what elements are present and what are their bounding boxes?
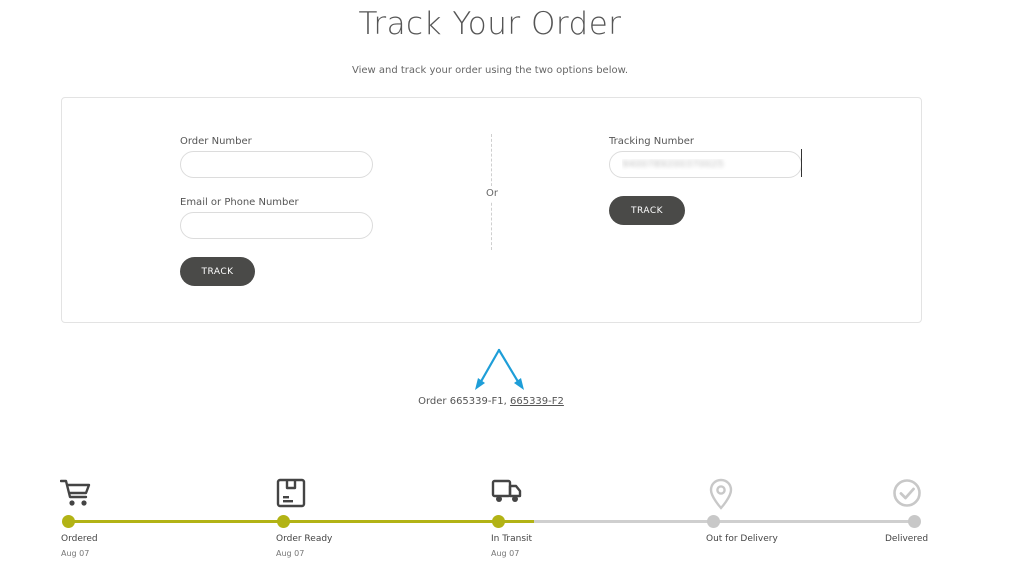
location-pin-icon [709,478,733,510]
or-label: Or [480,186,504,201]
page-title: Track Your Order [358,6,622,42]
progress-line-pending [534,520,915,523]
check-circle-icon [893,479,921,507]
step-date: Aug 07 [491,549,520,558]
email-phone-label: Email or Phone Number [180,197,299,208]
page-subtitle: View and track your order using the two … [351,65,629,76]
step-label: In Transit [491,534,533,544]
order-separator: , [503,396,507,407]
order-prefix: Order [418,396,447,407]
step-label: Delivered [885,534,929,544]
annotation-arrows-icon [475,348,524,390]
order-progress-tracker: Ordered Aug 07 Order Ready Aug 07 In Tra… [0,470,1024,581]
step-dot [492,515,505,528]
order-links: Order 665339-F1, 665339-F2 [0,396,982,407]
truck-icon [491,479,522,502]
email-phone-input[interactable] [180,212,373,239]
order-first: 665339-F1 [449,396,504,407]
step-dot [707,515,720,528]
progress-line-complete [68,520,534,523]
step-dot [277,515,290,528]
track-tracking-button[interactable]: TRACK [609,196,685,225]
package-icon [276,478,306,508]
track-order-card: Order Number Email or Phone Number TRACK… [61,97,922,323]
tracking-number-label: Tracking Number [609,136,694,147]
step-dot [908,515,921,528]
cart-icon [60,479,91,506]
step-label: Ordered [61,534,98,544]
order-second-link[interactable]: 665339-F2 [510,396,564,407]
step-date: Aug 07 [61,549,90,558]
tracking-number-input[interactable] [609,151,802,178]
step-date: Aug 07 [276,549,305,558]
step-label: Out for Delivery [706,534,778,544]
order-number-label: Order Number [180,136,252,147]
order-number-input[interactable] [180,151,373,178]
track-order-button[interactable]: TRACK [180,257,255,286]
step-dot [62,515,75,528]
text-cursor [801,149,802,177]
step-label: Order Ready [276,534,333,544]
